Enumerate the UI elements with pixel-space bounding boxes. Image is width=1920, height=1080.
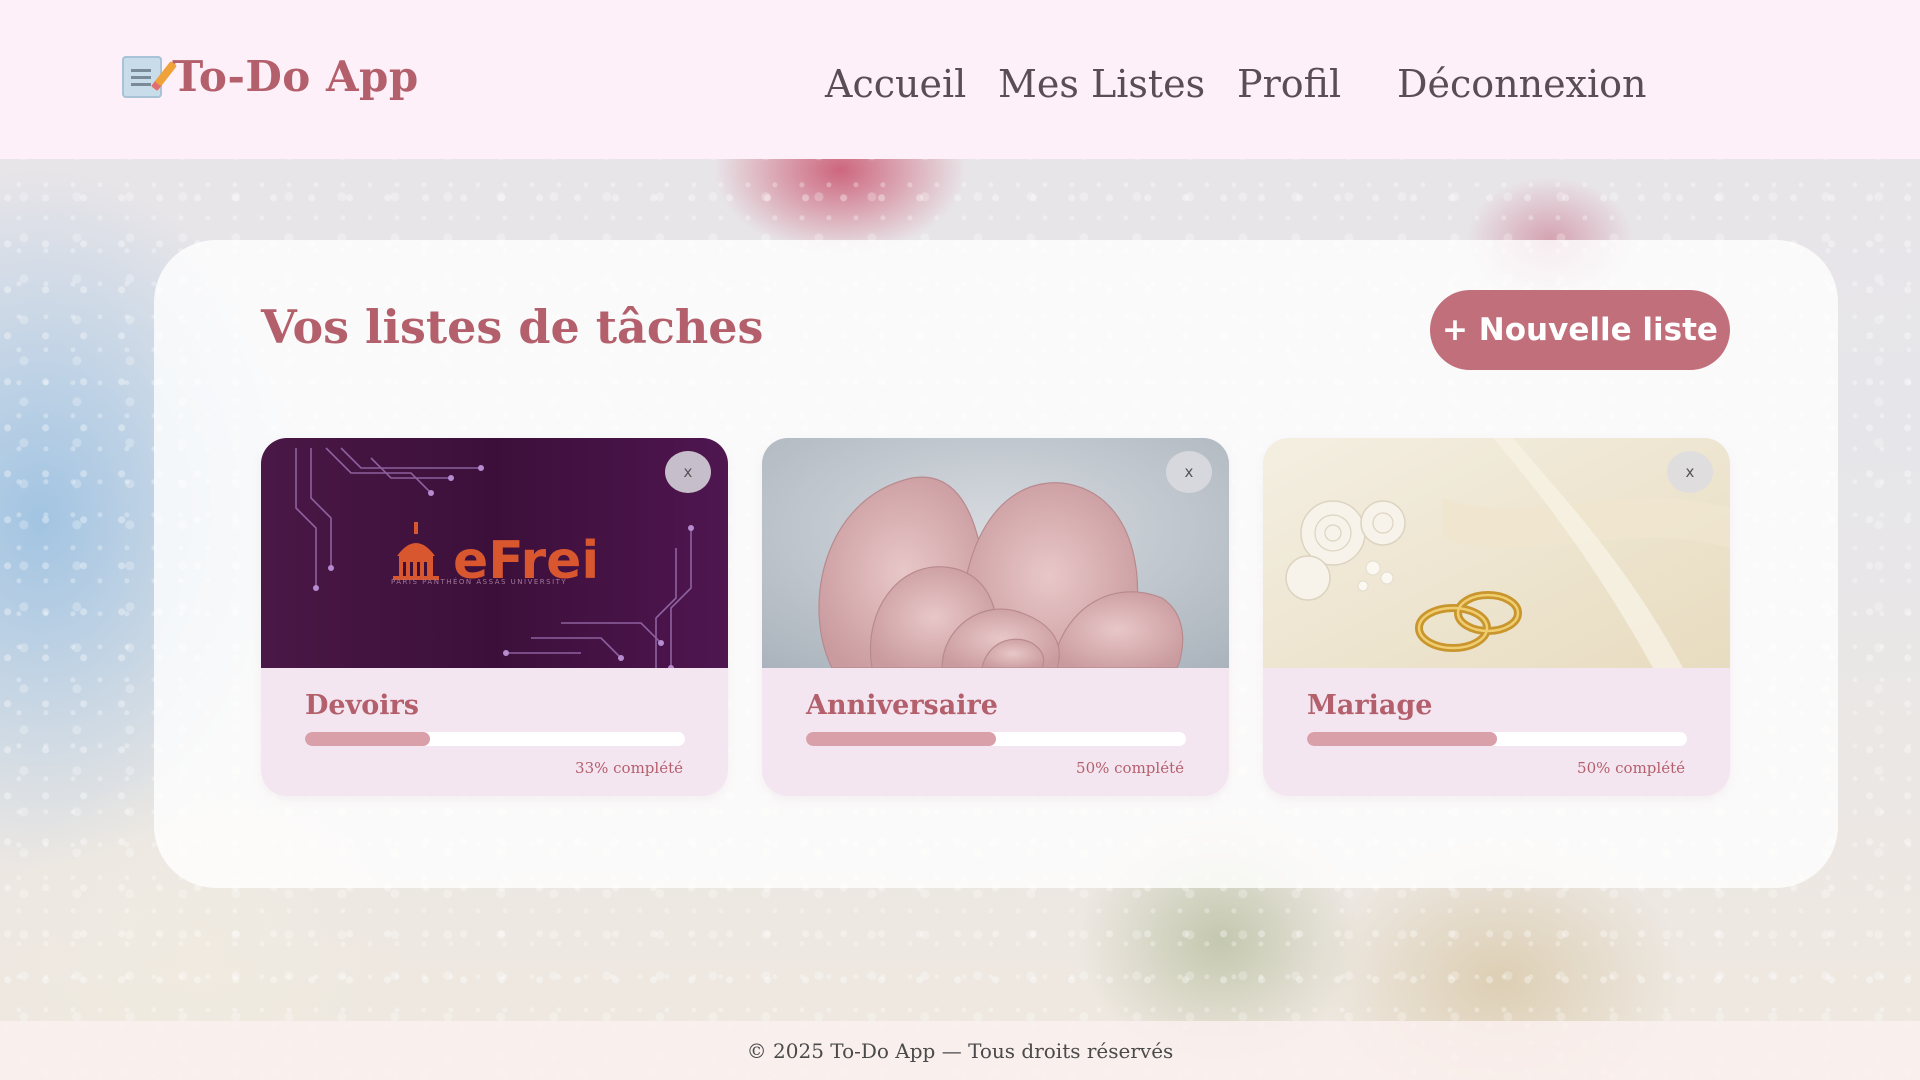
memo-icon	[122, 55, 162, 98]
nav-item-profil[interactable]: Profil	[1237, 62, 1341, 106]
progress-fill	[806, 732, 996, 746]
app-title: To-Do App	[172, 52, 419, 101]
efrei-banner-image: eFrei PARIS PANTHÉON ASSAS UNIVERSITY	[261, 438, 728, 668]
list-title: Devoirs	[305, 690, 419, 721]
lists-panel: Vos listes de tâches + Nouvelle liste eF…	[154, 240, 1838, 888]
nav-item-accueil[interactable]: Accueil	[825, 62, 966, 106]
wedding-rings-image	[1263, 438, 1730, 668]
page-footer: © 2025 To-Do App — Tous droits réservés	[0, 1021, 1920, 1080]
progress-bar	[305, 732, 685, 746]
footer-text: © 2025 To-Do App — Tous droits réservés	[746, 1038, 1174, 1063]
wedding-rings-graphic	[1263, 438, 1730, 668]
progress-label: 50% complété	[1076, 759, 1184, 777]
new-list-button[interactable]: + Nouvelle liste	[1430, 290, 1730, 370]
efrei-logo-subtitle: PARIS PANTHÉON ASSAS UNIVERSITY	[391, 577, 567, 586]
list-title: Mariage	[1307, 690, 1433, 721]
progress-label: 50% complété	[1577, 759, 1685, 777]
nav-item-deconnexion[interactable]: Déconnexion	[1397, 62, 1647, 106]
progress-bar	[1307, 732, 1687, 746]
list-card-devoirs[interactable]: eFrei PARIS PANTHÉON ASSAS UNIVERSITY x …	[261, 438, 728, 796]
list-title: Anniversaire	[806, 690, 998, 721]
efrei-banner-graphic: eFrei PARIS PANTHÉON ASSAS UNIVERSITY	[261, 438, 728, 668]
page-title: Vos listes de tâches	[261, 300, 764, 354]
delete-list-button[interactable]: x	[1667, 451, 1713, 493]
pink-petal-image	[762, 438, 1229, 668]
list-card-anniversaire[interactable]: x Anniversaire 50% complété	[762, 438, 1229, 796]
delete-list-button[interactable]: x	[1166, 451, 1212, 493]
pink-petal-graphic	[762, 438, 1229, 668]
delete-list-button[interactable]: x	[665, 451, 711, 493]
nav-item-mes-listes[interactable]: Mes Listes	[998, 62, 1205, 106]
progress-fill	[1307, 732, 1497, 746]
progress-fill	[305, 732, 431, 746]
progress-bar	[806, 732, 1186, 746]
top-header: To-Do App Accueil Mes Listes Profil Déco…	[0, 0, 1920, 159]
progress-label: 33% complété	[575, 759, 683, 777]
list-card-mariage[interactable]: x Mariage 50% complété	[1263, 438, 1730, 796]
app-logo[interactable]: To-Do App	[122, 52, 419, 101]
